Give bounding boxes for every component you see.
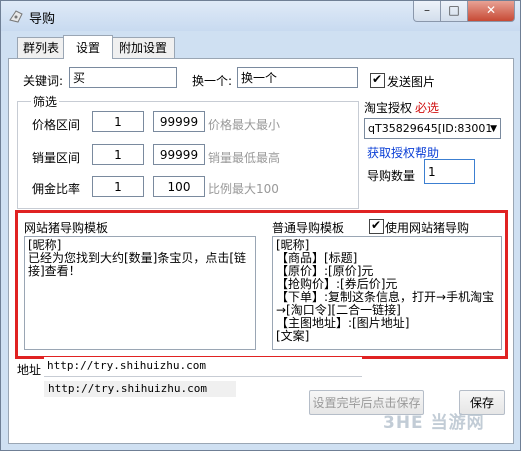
send-image-label: 发送图片 [387,75,436,89]
chevron-down-icon: ▼ [490,124,497,134]
taobao-auth-label: 淘宝授权 [364,101,413,115]
sales-min-input[interactable]: 1 [92,144,144,165]
price-min-input[interactable]: 1 [92,111,144,132]
commission-hint: 比例最大100 [208,182,279,196]
swap-label: 换一个: [192,74,233,88]
checkmark-icon: ✔ [372,72,383,86]
commission-max-input[interactable]: 100 [153,176,205,197]
keyword-label: 关键词: [23,74,64,88]
window-title: 导购 [29,12,56,27]
tab-settings[interactable]: 设置 [63,35,113,59]
taobao-auth-selected: qT35829645[ID:83001 [368,122,493,135]
app-icon [9,10,23,23]
minimize-button[interactable]: – [413,1,441,22]
watermark-logo: 3HE 当游网 [383,413,485,433]
keyword-input[interactable]: 买 [69,67,177,88]
filter-title: 筛选 [31,93,60,110]
tab-group-list[interactable]: 群列表 [17,37,65,58]
sales-hint: 销量最低最高 [208,151,281,165]
swap-input[interactable]: 换一个 [237,67,358,88]
close-button[interactable]: ✕ [467,1,515,22]
sales-max-input[interactable]: 99999 [153,144,205,165]
address-input[interactable]: http://try.shihuizhu.com [44,357,362,377]
maximize-button[interactable]: □ [440,1,468,22]
commission-label: 佣金比率 [32,182,81,196]
price-range-label: 价格区间 [32,118,81,132]
send-image-checkbox[interactable]: ✔ [370,72,385,88]
guide-count-label: 导购数量 [367,169,416,183]
commission-min-input[interactable]: 1 [92,176,144,197]
address-label: 地址 [17,363,42,377]
sales-range-label: 销量区间 [32,151,81,165]
guide-count-input[interactable]: 1 [424,159,475,184]
price-hint: 价格最大最小 [208,118,281,132]
title-bar: 导购 – □ ✕ [1,1,520,31]
auth-required-label: 必选 [415,101,440,115]
price-max-input[interactable]: 99999 [153,111,205,132]
tab-extra-settings[interactable]: 附加设置 [111,37,175,58]
address-preview: http://try.shihuizhu.com [44,381,236,397]
taobao-auth-select[interactable]: qT35829645[ID:83001 ▼ [364,118,501,139]
highlight-frame [15,210,508,359]
